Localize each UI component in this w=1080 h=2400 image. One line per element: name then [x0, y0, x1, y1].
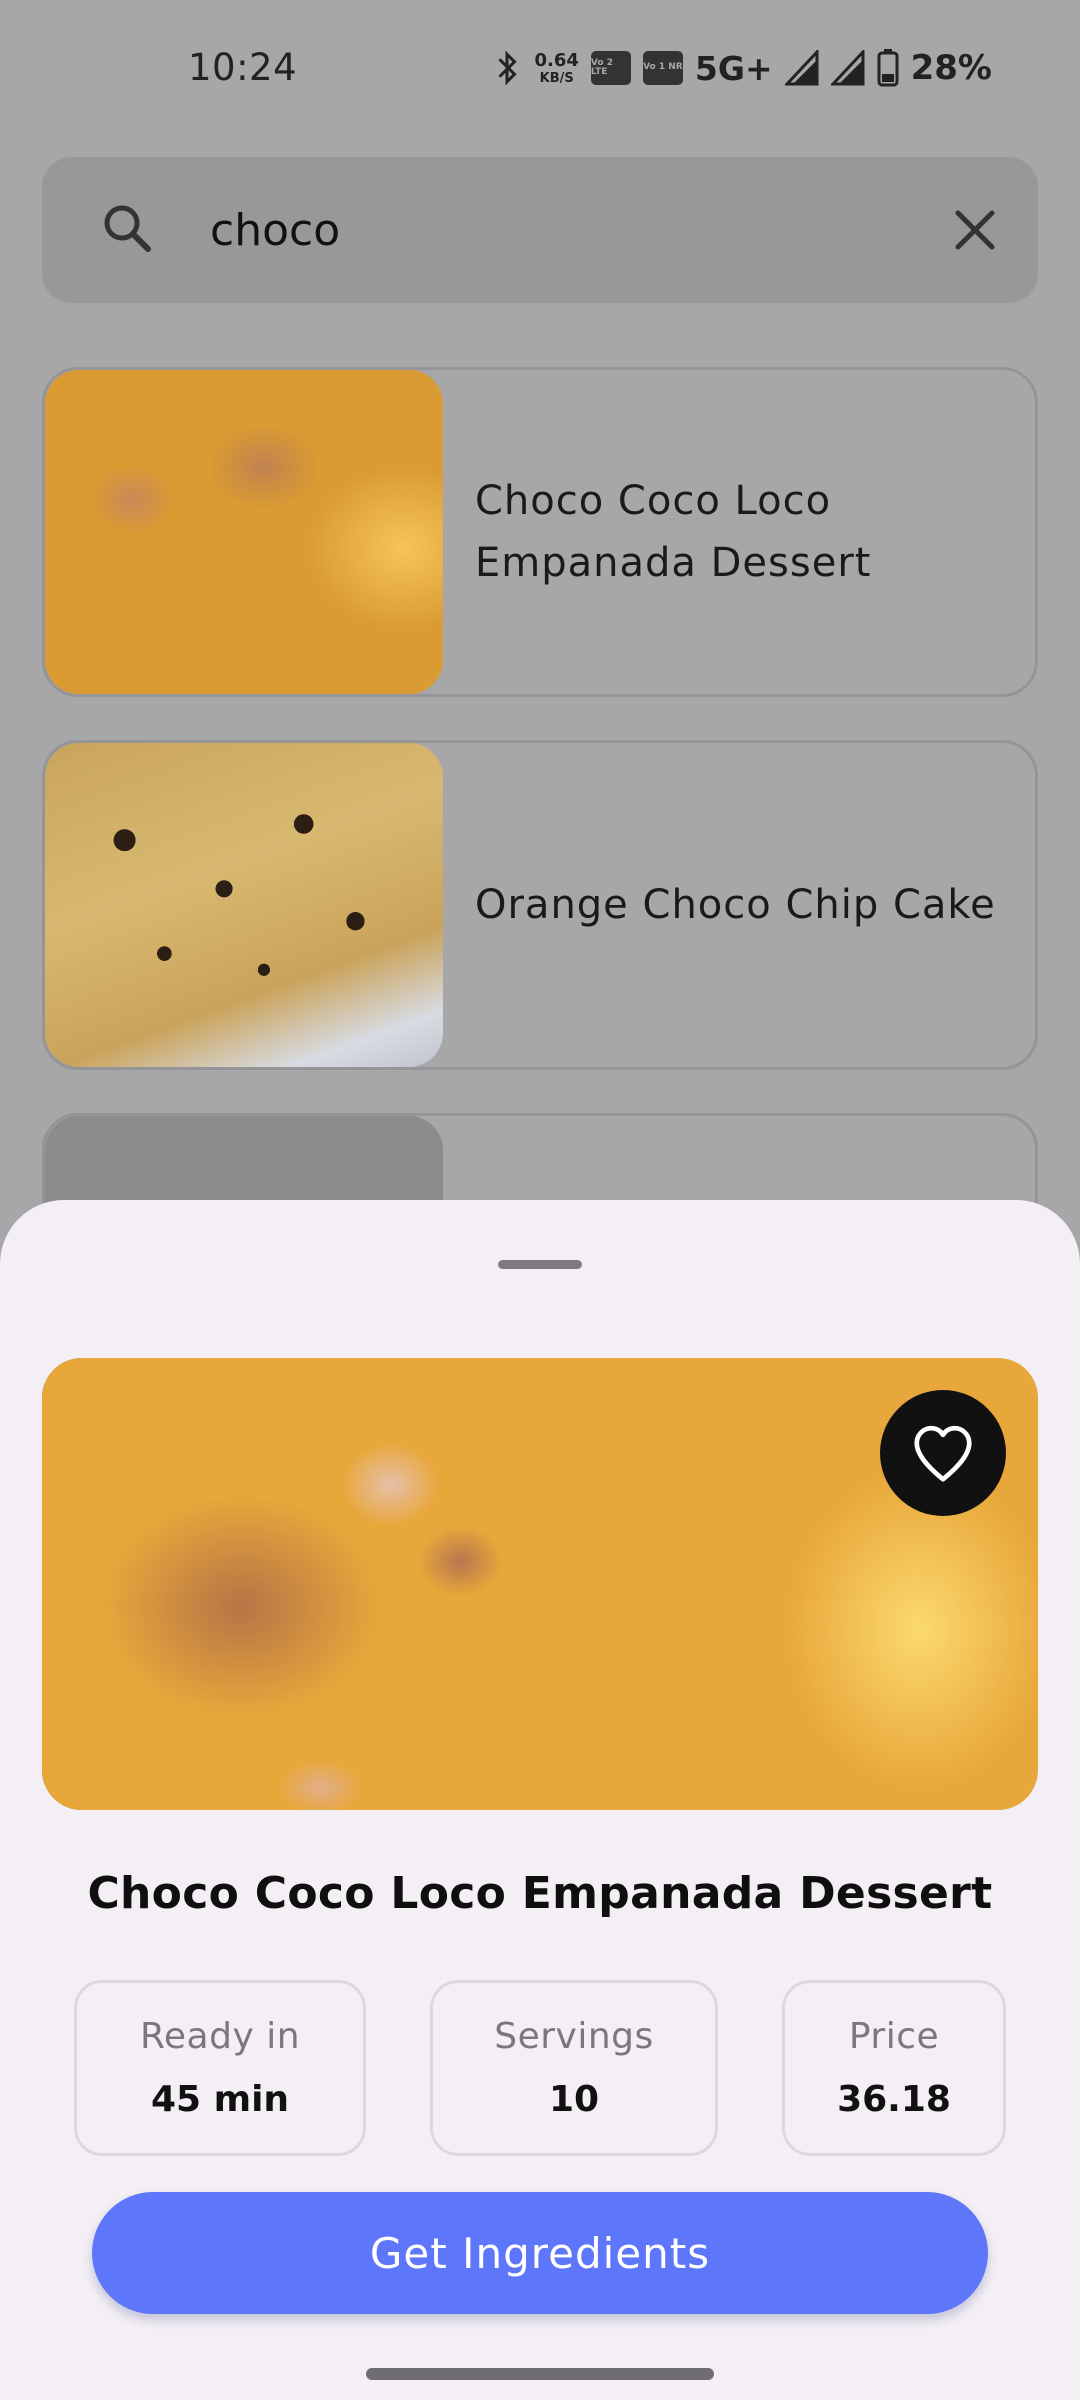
signal-icon-2: [830, 50, 865, 86]
home-indicator[interactable]: [366, 2368, 714, 2380]
recipe-title: Orange Choco Chip Cake: [475, 882, 996, 928]
recipe-thumbnail: [45, 370, 443, 694]
status-time: 10:24: [188, 46, 298, 89]
battery-percent: 28%: [910, 48, 992, 88]
recipe-thumbnail: [45, 743, 443, 1067]
heart-icon: [914, 1425, 972, 1482]
stat-label: Price: [848, 2016, 940, 2057]
drag-handle[interactable]: [498, 1260, 582, 1269]
recipe-hero-image: [42, 1358, 1038, 1810]
volte-icon: Vo 2 LTE: [590, 51, 631, 85]
battery-icon: [877, 49, 899, 87]
get-ingredients-button[interactable]: Get Ingredients: [92, 2192, 988, 2314]
stat-value: 36.18: [837, 2079, 951, 2120]
stat-label: Servings: [494, 2016, 654, 2057]
search-bar[interactable]: [42, 157, 1038, 303]
favorite-button[interactable]: [880, 1390, 1006, 1516]
recipe-card[interactable]: Orange Choco Chip Cake: [42, 740, 1038, 1070]
network-speed: 0.64 KB/S: [534, 49, 579, 86]
stat-ready-in: Ready in 45 min: [74, 1980, 366, 2156]
close-icon[interactable]: [946, 201, 1004, 259]
status-bar: 10:24 0.64 KB/S Vo 2 LTE Vo 1 NR 5G+ 28%: [0, 0, 1080, 140]
search-input[interactable]: [210, 197, 930, 263]
recipe-card[interactable]: Choco Coco Loco Empanada Dessert: [42, 367, 1038, 697]
stat-servings: Servings 10: [430, 1980, 718, 2156]
volte-nr-icon: Vo 1 NR: [642, 51, 683, 85]
search-icon[interactable]: [98, 199, 158, 259]
recipe-detail-sheet: Choco Coco Loco Empanada Dessert Ready i…: [0, 1200, 1080, 2400]
status-icons: 0.64 KB/S Vo 2 LTE Vo 1 NR 5G+ 28%: [492, 40, 992, 96]
stat-price: Price 36.18: [782, 1980, 1006, 2156]
recipe-detail-title: Choco Coco Loco Empanada Dessert: [87, 1868, 993, 1919]
stat-label: Ready in: [139, 2016, 301, 2057]
bluetooth-icon: [498, 50, 518, 86]
stat-value: 45 min: [150, 2079, 290, 2120]
recipe-title: Choco Coco Loco Empanada Dessert: [475, 478, 872, 586]
network-type: 5G+: [694, 48, 773, 88]
signal-icon: [784, 50, 819, 86]
stat-value: 10: [548, 2079, 600, 2120]
